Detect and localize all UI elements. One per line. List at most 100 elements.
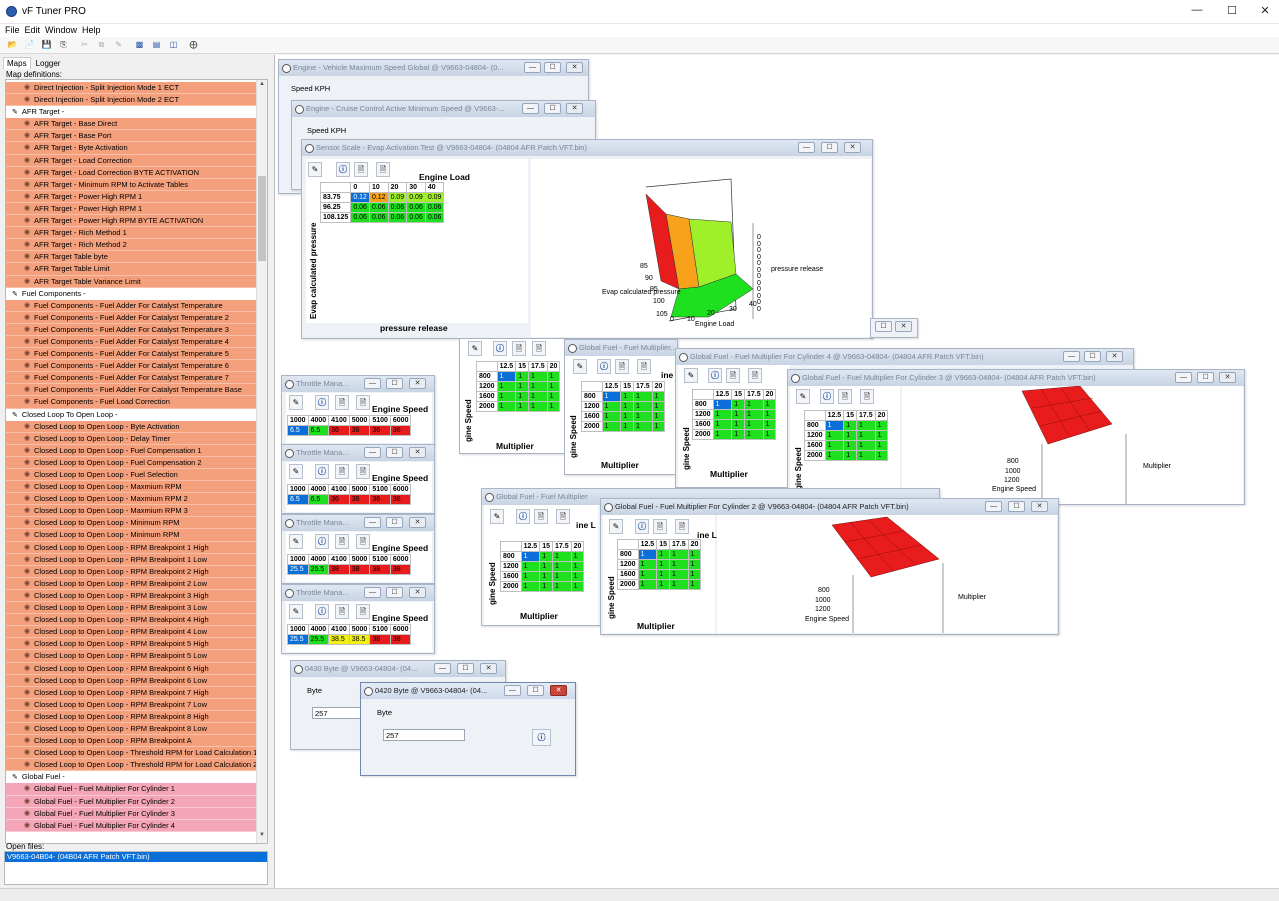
- tree-item[interactable]: Closed Loop to Open Loop - RPM Breakpoin…: [6, 614, 257, 627]
- tree-item[interactable]: Fuel Components - Fuel Adder For Catalys…: [6, 360, 257, 373]
- table-cell[interactable]: 0.06: [368, 202, 389, 213]
- table-cell[interactable]: 1: [762, 409, 777, 420]
- table-cell[interactable]: 6.5: [307, 494, 330, 505]
- cascade-icon[interactable]: ▩: [134, 40, 145, 50]
- row-header[interactable]: 1600: [581, 411, 603, 422]
- pencil-icon[interactable]: ✎: [289, 604, 303, 619]
- throttle-2-table[interactable]: 1000 4000 4100 5000 5100 6000 6.5 6.5 36 36 36 36: [287, 484, 412, 505]
- col-header[interactable]: 6000: [389, 484, 412, 495]
- tree-item[interactable]: AFR Target - Power High RPM 1: [6, 202, 257, 216]
- tree-item[interactable]: Closed Loop to Open Loop - RPM Breakpoin…: [6, 650, 257, 663]
- col-header[interactable]: 20: [874, 410, 889, 421]
- close-icon[interactable]: ✕: [1250, 4, 1279, 17]
- tree-item[interactable]: Fuel Components - Fuel Adder For Catalys…: [6, 311, 257, 324]
- close-button[interactable]: ✕: [1031, 501, 1048, 512]
- row-header[interactable]: 1200: [617, 559, 639, 570]
- tree-item[interactable]: Closed Loop to Open Loop - RPM Breakpoin…: [6, 662, 257, 675]
- table-cell[interactable]: 38.5: [348, 634, 371, 645]
- maximize-button[interactable]: ☐: [386, 587, 403, 598]
- window-global-fuel-cyl2[interactable]: Global Fuel - Fuel Multiplier For Cylind…: [600, 498, 1059, 635]
- minimize-button[interactable]: —: [364, 378, 381, 389]
- minimize-button[interactable]: —: [1063, 351, 1080, 362]
- table-cell[interactable]: 1: [496, 371, 517, 382]
- window-evap-activation[interactable]: Sensor Scale - Evap Activation Test @ V9…: [301, 139, 873, 339]
- tree-item[interactable]: Fuel Components - Fuel Adder For Catalys…: [6, 348, 257, 361]
- table-cell[interactable]: 0.06: [406, 212, 426, 223]
- col-header[interactable]: 5000: [348, 484, 371, 495]
- table-cell[interactable]: 1: [712, 409, 733, 420]
- col-header[interactable]: 4000: [307, 415, 330, 426]
- col-header[interactable]: 4100: [328, 484, 350, 495]
- close-button[interactable]: ✕: [409, 378, 426, 389]
- gf4-table[interactable]: 12.5 15 17.5 20 800 1 1 1 1 1200 1 1 1 1 1600 1 1 1 1 2000 1…: [692, 389, 777, 440]
- col-header[interactable]: 20: [570, 541, 585, 552]
- tree-item[interactable]: Closed Loop to Open Loop - RPM Breakpoin…: [6, 565, 257, 578]
- col-header[interactable]: 12.5: [496, 361, 517, 372]
- row-header[interactable]: 1600: [476, 391, 498, 402]
- table-cell[interactable]: 6.5: [307, 425, 330, 436]
- tree-item[interactable]: Fuel Components - Fuel Adder For Catalys…: [6, 323, 257, 336]
- table-cell[interactable]: 1: [633, 421, 653, 432]
- minimize-button[interactable]: —: [364, 587, 381, 598]
- close-button[interactable]: ✕: [409, 587, 426, 598]
- col-header[interactable]: 5000: [348, 415, 371, 426]
- tree-item[interactable]: AFR Target Table Variance Limit: [6, 275, 257, 288]
- table-cell[interactable]: 1: [601, 401, 622, 412]
- col-header[interactable]: 6000: [389, 554, 412, 565]
- tree-item[interactable]: AFR Target - Load Correction BYTE ACTIVA…: [6, 166, 257, 179]
- tree-item[interactable]: AFR Target - Byte Activation: [6, 142, 257, 155]
- page-icon[interactable]: 🗎: [534, 509, 548, 524]
- save-icon[interactable]: 💾: [41, 40, 52, 50]
- menu-edit[interactable]: Edit: [25, 24, 41, 36]
- col-header[interactable]: 5100: [369, 554, 391, 565]
- table-cell[interactable]: 1: [712, 399, 733, 410]
- menu-help[interactable]: Help: [82, 24, 101, 36]
- table-cell[interactable]: 0.06: [350, 212, 370, 223]
- maximize-button[interactable]: ☐: [1197, 372, 1214, 383]
- table-cell[interactable]: 1: [712, 419, 733, 430]
- col-header[interactable]: 20: [546, 361, 561, 372]
- table-cell[interactable]: 1: [687, 559, 702, 570]
- table-cell[interactable]: 1: [824, 420, 845, 431]
- table-cell[interactable]: 1: [669, 559, 689, 570]
- paste-icon[interactable]: ✎: [113, 40, 124, 50]
- maximize-button[interactable]: ☐: [544, 62, 561, 73]
- table-cell[interactable]: 36: [369, 494, 391, 505]
- table-cell[interactable]: 1: [651, 401, 666, 412]
- tree-item[interactable]: AFR Target - Power High RPM BYTE ACTIVAT…: [6, 215, 257, 228]
- row-header[interactable]: 108.125: [319, 212, 352, 223]
- info-icon[interactable]: ⓘ: [336, 162, 350, 177]
- table-cell[interactable]: 1: [856, 430, 876, 441]
- row-header[interactable]: 83.75: [319, 192, 352, 203]
- window-global-fuel-b[interactable]: Global Fuel - Fuel Multiplier... ✎ ⓘ 🗎 🗎…: [564, 339, 678, 475]
- evap-table[interactable]: 0 10 20 30 40 83.75 0.12 0.12 0.09 0.09 0.09 96.25 0…: [319, 182, 445, 223]
- page2-icon[interactable]: 🗎: [532, 341, 546, 356]
- table-cell[interactable]: 38: [348, 564, 371, 575]
- col-header[interactable]: 17.5: [552, 541, 572, 552]
- table-cell[interactable]: 1: [601, 421, 622, 432]
- close-button[interactable]: ✕: [844, 142, 861, 153]
- table-cell[interactable]: 1: [744, 419, 764, 430]
- col-header[interactable]: 17.5: [528, 361, 548, 372]
- table-cell[interactable]: 1: [637, 559, 658, 570]
- table-cell[interactable]: 1: [528, 391, 548, 402]
- close-button[interactable]: ✕: [550, 685, 567, 696]
- table-cell[interactable]: 38: [328, 564, 350, 575]
- col-header[interactable]: 15: [731, 389, 745, 400]
- row-header[interactable]: 2000: [500, 581, 522, 592]
- table-cell[interactable]: 1: [874, 430, 889, 441]
- tree-item[interactable]: Closed Loop to Open Loop - RPM Breakpoin…: [6, 722, 257, 736]
- tree-category[interactable]: Global Fuel -: [6, 771, 257, 784]
- tree-category[interactable]: Closed Loop To Open Loop -: [6, 408, 257, 421]
- table-cell[interactable]: 1: [731, 409, 745, 420]
- tree-item[interactable]: Direct Injection - Split Injection Mode …: [6, 82, 257, 95]
- close-button[interactable]: ✕: [895, 321, 912, 332]
- row-header[interactable]: 2000: [476, 401, 498, 412]
- window-0420-byte[interactable]: 0420 Byte @ V9663-04804- (04... — ☐ ✕ By…: [360, 682, 576, 776]
- crosshair-icon[interactable]: ⨁: [188, 40, 199, 50]
- scroll-up-icon[interactable]: ▲: [257, 81, 267, 91]
- tree-item[interactable]: Closed Loop to Open Loop - Maxmium RPM 3: [6, 505, 257, 518]
- close-button[interactable]: ✕: [409, 517, 426, 528]
- table-cell[interactable]: 0.06: [350, 202, 370, 213]
- minimize-button[interactable]: —: [985, 501, 1002, 512]
